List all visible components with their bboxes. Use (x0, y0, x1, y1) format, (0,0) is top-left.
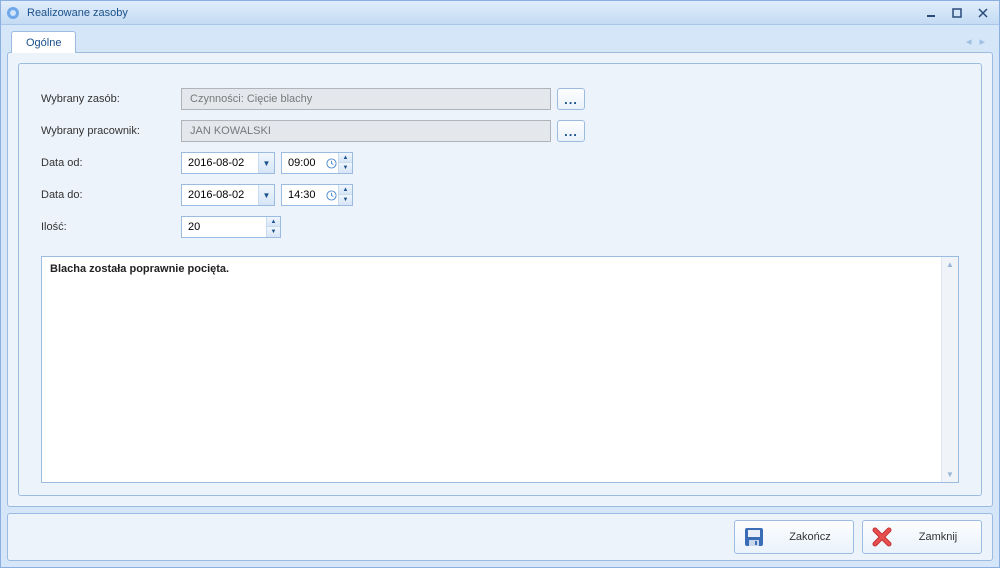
resource-field: Czynności: Cięcie blachy (181, 88, 551, 110)
row-date-from: Data od: 2016-08-02 ▼ 09:00 (41, 148, 959, 178)
close-window-button[interactable] (971, 5, 995, 21)
finish-button-label: Zakończ (775, 531, 845, 543)
date-to-label: Data do: (41, 189, 181, 201)
row-employee: Wybrany pracownik: JAN KOWALSKI ... (41, 116, 959, 146)
quantity-label: Ilość: (41, 221, 181, 233)
spin-up-icon[interactable]: ▲ (339, 185, 352, 195)
tab-nav: ◂ ▸ (966, 35, 985, 48)
spin-up-icon[interactable]: ▲ (339, 153, 352, 163)
date-to-dropdown-icon[interactable]: ▼ (258, 185, 274, 205)
clock-icon (324, 158, 338, 169)
clock-icon (324, 190, 338, 201)
spin-down-icon[interactable]: ▼ (339, 163, 352, 173)
tab-general[interactable]: Ogólne (11, 31, 76, 53)
time-to-spinner[interactable]: ▲ ▼ (338, 185, 352, 205)
window: Realizowane zasoby Ogólne ◂ ▸ (0, 0, 1000, 568)
window-title: Realizowane zasoby (27, 7, 919, 19)
minimize-button[interactable] (919, 5, 943, 21)
close-icon (871, 526, 893, 548)
employee-lookup-button[interactable]: ... (557, 120, 585, 142)
tab-next[interactable]: ▸ (979, 35, 985, 48)
date-from-value: 2016-08-02 (182, 157, 258, 169)
date-from-dropdown-icon[interactable]: ▼ (258, 153, 274, 173)
form-panel: Wybrany zasób: Czynności: Cięcie blachy … (18, 63, 982, 496)
titlebar: Realizowane zasoby (1, 1, 999, 25)
tab-body: Wybrany zasób: Czynności: Cięcie blachy … (7, 52, 993, 507)
employee-label: Wybrany pracownik: (41, 125, 181, 137)
resource-label: Wybrany zasób: (41, 93, 181, 105)
date-to-picker[interactable]: 2016-08-02 ▼ (181, 184, 275, 206)
quantity-value: 20 (182, 221, 266, 233)
spin-up-icon[interactable]: ▲ (267, 217, 280, 227)
row-resource: Wybrany zasób: Czynności: Cięcie blachy … (41, 84, 959, 114)
tab-container: Ogólne ◂ ▸ Wybrany zasób: Czynności: Cię… (7, 31, 993, 507)
notes-scrollbar[interactable]: ▲ ▼ (941, 257, 958, 482)
time-to-value: 14:30 (282, 189, 324, 201)
row-quantity: Ilość: 20 ▲ ▼ (41, 212, 959, 242)
scroll-up-icon[interactable]: ▲ (946, 260, 954, 269)
date-from-picker[interactable]: 2016-08-02 ▼ (181, 152, 275, 174)
employee-field: JAN KOWALSKI (181, 120, 551, 142)
quantity-spinner[interactable]: ▲ ▼ (266, 217, 280, 237)
notes-textarea[interactable]: Blacha została poprawnie pocięta. ▲ ▼ (41, 256, 959, 483)
button-bar: Zakończ Zamknij (7, 513, 993, 561)
time-to-picker[interactable]: 14:30 ▲ ▼ (281, 184, 353, 206)
save-icon (743, 526, 765, 548)
date-from-label: Data od: (41, 157, 181, 169)
close-button-label: Zamknij (903, 531, 973, 543)
maximize-button[interactable] (945, 5, 969, 21)
row-date-to: Data do: 2016-08-02 ▼ 14:30 (41, 180, 959, 210)
tab-general-label: Ogólne (26, 37, 61, 49)
close-button[interactable]: Zamknij (862, 520, 982, 554)
time-from-picker[interactable]: 09:00 ▲ ▼ (281, 152, 353, 174)
date-to-value: 2016-08-02 (182, 189, 258, 201)
tab-prev[interactable]: ◂ (966, 35, 972, 48)
quantity-stepper[interactable]: 20 ▲ ▼ (181, 216, 281, 238)
tab-strip: Ogólne ◂ ▸ (7, 31, 993, 53)
window-controls (919, 5, 995, 21)
finish-button[interactable]: Zakończ (734, 520, 854, 554)
app-icon (5, 5, 21, 21)
scroll-down-icon[interactable]: ▼ (946, 470, 954, 479)
time-from-spinner[interactable]: ▲ ▼ (338, 153, 352, 173)
spin-down-icon[interactable]: ▼ (267, 227, 280, 237)
content-area: Ogólne ◂ ▸ Wybrany zasób: Czynności: Cię… (1, 25, 999, 567)
notes-text: Blacha została poprawnie pocięta. (42, 257, 941, 482)
time-from-value: 09:00 (282, 157, 324, 169)
spin-down-icon[interactable]: ▼ (339, 195, 352, 205)
resource-lookup-button[interactable]: ... (557, 88, 585, 110)
